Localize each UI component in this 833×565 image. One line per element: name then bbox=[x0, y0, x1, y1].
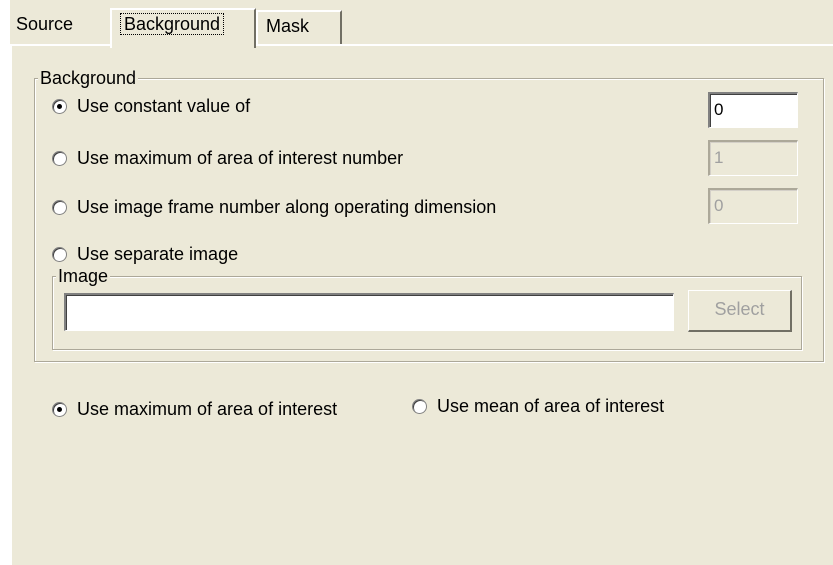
frame-number-input: 0 bbox=[708, 188, 798, 224]
constant-value-input[interactable]: 0 bbox=[708, 92, 798, 128]
tab-source[interactable]: Source bbox=[10, 10, 82, 44]
tab-background-label: Background bbox=[120, 13, 225, 35]
option-roi-maximum-label: Use maximum of area of interest bbox=[77, 399, 338, 419]
tab-background[interactable]: Background bbox=[110, 8, 256, 48]
radio-roi-maximum[interactable] bbox=[52, 401, 67, 417]
tab-mask-label: Mask bbox=[266, 16, 310, 36]
roi-number-input: 1 bbox=[708, 140, 798, 176]
option-constant-value-label: Use constant value of bbox=[77, 96, 251, 116]
option-constant-value[interactable]: Use constant value of bbox=[52, 95, 250, 117]
radio-max-roi-number[interactable] bbox=[52, 150, 67, 166]
tab-source-label: Source bbox=[16, 14, 74, 34]
dialog-page: Source Background Mask Background Use co… bbox=[0, 0, 833, 565]
radio-constant-value[interactable] bbox=[52, 98, 67, 114]
option-frame-number[interactable]: Use image frame number along operating d… bbox=[52, 196, 496, 218]
radio-frame-number[interactable] bbox=[52, 199, 67, 215]
option-separate-image-label: Use separate image bbox=[77, 244, 239, 264]
radio-separate-image[interactable] bbox=[52, 246, 67, 262]
select-image-button: Select bbox=[688, 290, 792, 332]
tab-strip: Source Background Mask bbox=[10, 0, 833, 48]
option-roi-mean-label: Use mean of area of interest bbox=[437, 396, 665, 416]
option-roi-maximum[interactable]: Use maximum of area of interest bbox=[52, 398, 337, 420]
tab-mask[interactable]: Mask bbox=[256, 10, 342, 44]
option-max-roi-number[interactable]: Use maximum of area of interest number bbox=[52, 147, 403, 169]
option-frame-number-label: Use image frame number along operating d… bbox=[77, 197, 497, 217]
option-max-roi-number-label: Use maximum of area of interest number bbox=[77, 148, 404, 168]
background-group-title: Background bbox=[38, 68, 139, 88]
radio-roi-mean[interactable] bbox=[412, 398, 427, 414]
tab-panel: Background Use constant value of 0 Use m… bbox=[10, 44, 833, 565]
option-separate-image[interactable]: Use separate image bbox=[52, 243, 238, 265]
image-path-input[interactable] bbox=[64, 293, 674, 331]
image-group-title: Image bbox=[56, 266, 111, 286]
option-roi-mean[interactable]: Use mean of area of interest bbox=[412, 395, 664, 417]
